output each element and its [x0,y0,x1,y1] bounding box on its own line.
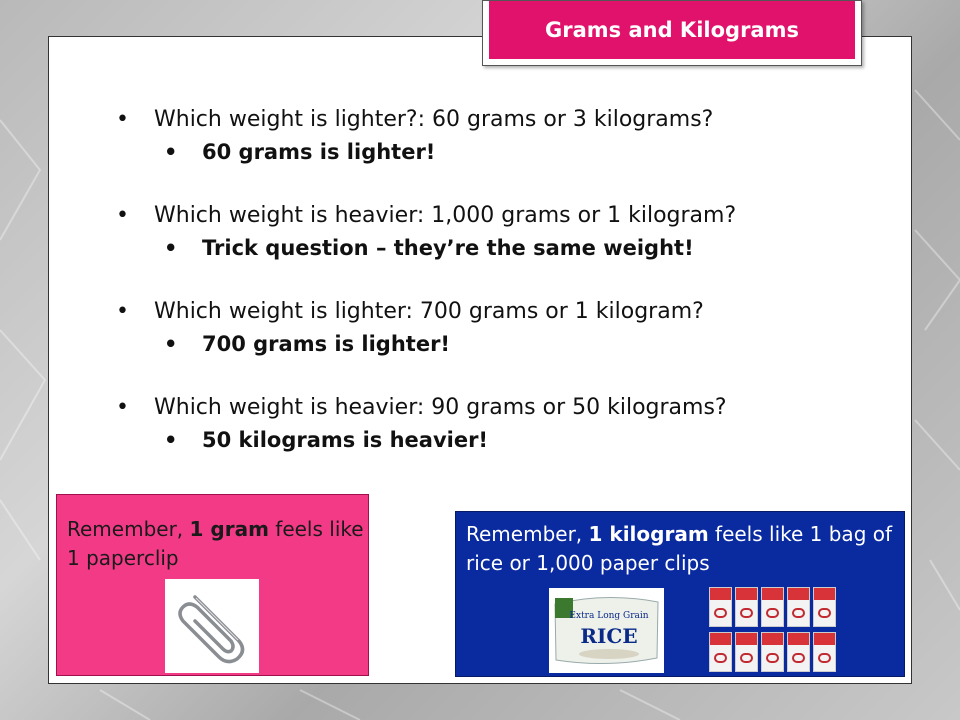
question-text: Which weight is heavier: 1,000 grams or … [154,203,737,228]
bullet-icon: • [164,140,178,164]
question-item: • Which weight is lighter?: 60 grams or … [112,104,892,136]
question-text: Which weight is heavier: 90 grams or 50 … [154,395,727,420]
paperclip-boxes-grid [709,584,841,674]
slide-title: Grams and Kilograms [489,1,855,59]
answer-text: 60 grams is lighter! [202,140,436,164]
paperclip-box-icon [761,632,784,672]
paperclip-box-icon [787,587,810,627]
answer-item: • Trick question – they’re the same weig… [112,232,892,264]
answer-text: Trick question – they’re the same weight… [202,236,694,260]
bullet-icon: • [116,395,129,420]
question-item: • Which weight is heavier: 1,000 grams o… [112,200,892,232]
answer-item: • 60 grams is lighter! [112,136,892,168]
paperclip-box-icon [709,632,732,672]
title-frame: Grams and Kilograms [482,0,862,66]
answer-item: • 50 kilograms is heavier! [112,424,892,456]
gram-reminder-text: Remember, 1 gram feels like 1 paperclip [67,517,364,570]
paperclip-box-icon [787,632,810,672]
answer-text: 50 kilograms is heavier! [202,428,489,452]
question-item: • Which weight is lighter: 700 grams or … [112,296,892,328]
kilogram-reminder-text: Remember, 1 kilogram feels like 1 bag of… [466,522,893,575]
question-text: Which weight is lighter: 700 grams or 1 … [154,299,704,324]
answer-text: 700 grams is lighter! [202,332,451,356]
gram-reminder-box: Remember, 1 gram feels like 1 paperclip [56,494,369,676]
bullet-icon: • [116,107,129,132]
question-text: Which weight is lighter?: 60 grams or 3 … [154,107,714,132]
paperclip-box-icon [813,587,836,627]
paperclip-box-icon [761,587,784,627]
bullet-icon: • [116,203,129,228]
answer-item: • 700 grams is lighter! [112,328,892,360]
paperclip-icon [165,579,259,673]
bullet-icon: • [164,332,178,356]
kilogram-reminder-box: Remember, 1 kilogram feels like 1 bag of… [455,511,905,677]
bullet-icon: • [164,428,178,452]
bullet-icon: • [116,299,129,324]
svg-text:RICE: RICE [580,624,637,648]
paperclip-box-icon [709,587,732,627]
question-item: • Which weight is heavier: 90 grams or 5… [112,392,892,424]
question-list: • Which weight is lighter?: 60 grams or … [112,104,892,456]
rice-bag-icon: Extra Long Grain RICE [549,588,664,673]
paperclip-box-icon [735,632,758,672]
bullet-icon: • [164,236,178,260]
paperclip-box-icon [813,632,836,672]
paperclip-box-icon [735,587,758,627]
svg-text:Extra Long Grain: Extra Long Grain [569,611,648,621]
